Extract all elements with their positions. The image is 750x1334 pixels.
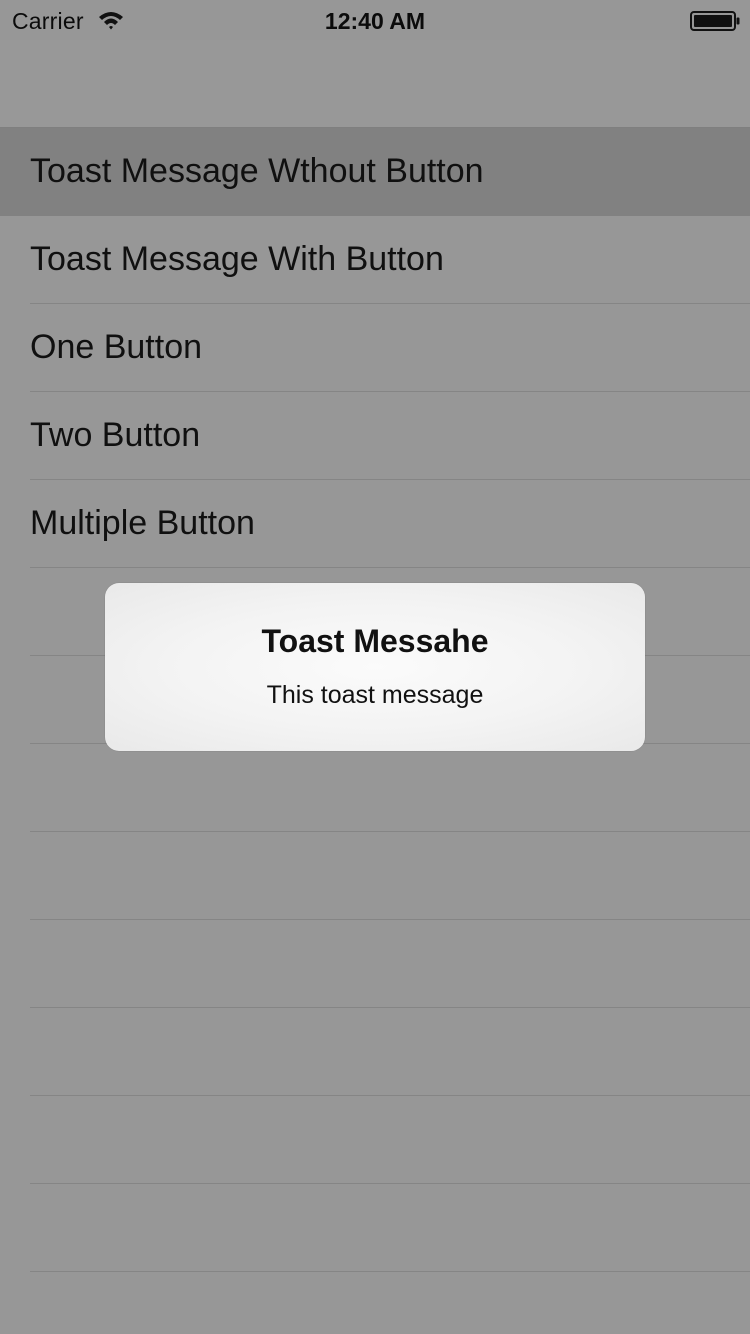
table-row-label: Two Button xyxy=(30,416,201,454)
battery-icon xyxy=(690,11,740,31)
navigation-bar xyxy=(0,40,750,128)
table-row-label: Multiple Button xyxy=(30,504,255,542)
table-row-label: Toast Message With Button xyxy=(30,240,444,278)
table-row[interactable]: Two Button xyxy=(0,392,750,480)
table-row[interactable] xyxy=(0,1184,750,1272)
row-separator xyxy=(30,1271,750,1272)
table-row[interactable]: One Button xyxy=(0,304,750,392)
table-row[interactable] xyxy=(0,1096,750,1184)
toast-title: Toast Messahe xyxy=(261,623,489,659)
table-row-label: One Button xyxy=(30,328,203,366)
table-row[interactable] xyxy=(0,744,750,832)
toast-message: This toast message xyxy=(266,681,484,709)
table-row-label: Toast Message Wthout Button xyxy=(30,152,484,190)
table-row[interactable]: Toast Message With Button xyxy=(0,216,750,304)
toast-popup: Toast Messahe This toast message xyxy=(105,583,645,751)
table-row[interactable]: Toast Message Wthout Button xyxy=(0,128,750,216)
table-row[interactable] xyxy=(0,832,750,920)
status-time: 12:40 AM xyxy=(324,8,426,34)
status-bar: Carrier 12:40 AM xyxy=(0,0,750,40)
table-row[interactable] xyxy=(0,1008,750,1096)
table-row[interactable]: Multiple Button xyxy=(0,480,750,568)
table-row[interactable] xyxy=(0,920,750,1008)
